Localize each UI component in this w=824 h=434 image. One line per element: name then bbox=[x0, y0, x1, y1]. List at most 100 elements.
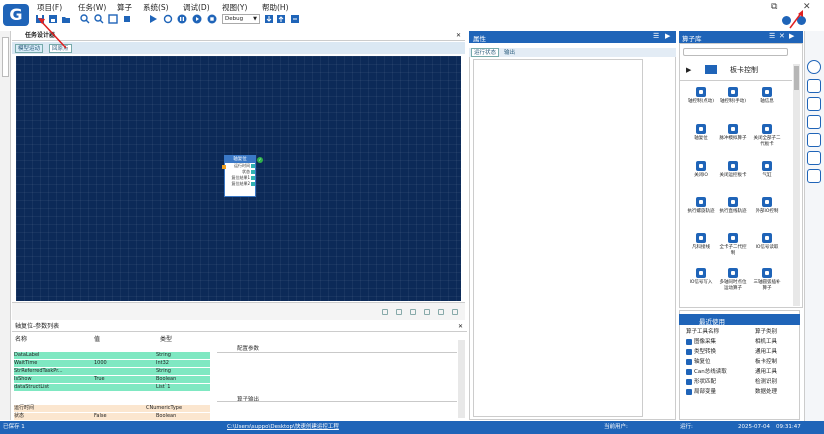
operator-item[interactable]: 凡科接线 bbox=[686, 233, 716, 269]
download-icon[interactable] bbox=[264, 14, 274, 24]
export-icon[interactable] bbox=[290, 14, 300, 24]
operator-item[interactable]: 多轴同时点位运动算子 bbox=[718, 268, 748, 304]
layers-icon[interactable] bbox=[807, 133, 821, 147]
param-value[interactable]: 1000 bbox=[94, 360, 107, 367]
recent-row[interactable]: 形状匹配 检测识别 bbox=[683, 378, 793, 387]
operator-item[interactable]: 气缸 bbox=[752, 161, 782, 197]
list-settings-icon[interactable] bbox=[807, 79, 821, 93]
scrollbar-thumb[interactable] bbox=[794, 66, 799, 90]
build-config-select[interactable]: Debug ▼ bbox=[222, 14, 260, 24]
actual-size-icon[interactable] bbox=[122, 14, 132, 24]
col-header-type: 类型 bbox=[160, 336, 173, 343]
param-row[interactable]: IsShow True Boolean bbox=[14, 376, 210, 383]
operator-search-input[interactable] bbox=[683, 48, 788, 56]
loop-run-icon[interactable] bbox=[163, 14, 173, 24]
menu-icon[interactable]: ☰ bbox=[769, 32, 775, 40]
category-board-control[interactable]: 板卡控制 bbox=[730, 65, 758, 75]
operator-item[interactable]: 三轴圆弧插补算子 bbox=[752, 268, 782, 304]
upload-icon[interactable] bbox=[276, 14, 286, 24]
project-path-link[interactable]: C:\Users\suppo\Desktop\快速创建运控工程 bbox=[227, 421, 339, 434]
copy-icon[interactable] bbox=[424, 309, 430, 315]
collapse-icon[interactable]: ▶ bbox=[789, 32, 794, 40]
operators-scrollbar[interactable] bbox=[793, 64, 800, 306]
node-output-pin[interactable] bbox=[251, 164, 255, 168]
operator-item[interactable]: 脉冲模拟算子 bbox=[718, 124, 748, 160]
zoom-in-icon[interactable] bbox=[80, 14, 90, 24]
node-output-pin[interactable] bbox=[251, 182, 255, 186]
operator-item[interactable]: 轴信息 bbox=[752, 87, 782, 123]
recent-row[interactable]: Can总线读取 通用工具 bbox=[683, 368, 793, 377]
close-icon[interactable]: ✕ bbox=[779, 32, 785, 40]
menu-help[interactable]: 帮助(H) bbox=[262, 2, 289, 13]
stack-icon[interactable] bbox=[807, 169, 821, 183]
node-output-pin[interactable] bbox=[251, 170, 255, 174]
menu-icon[interactable]: ☰ bbox=[653, 32, 659, 40]
close-icon[interactable]: ✕ bbox=[458, 323, 463, 330]
operator-item[interactable]: IO信号读取 bbox=[752, 233, 782, 269]
recent-name: 轴复位 bbox=[694, 359, 711, 365]
node-output-row: 复位结果2 bbox=[225, 181, 255, 187]
tab-run-status[interactable]: 运行状态 bbox=[471, 48, 500, 57]
pause-icon[interactable] bbox=[177, 14, 187, 24]
operator-item[interactable]: 执行螺旋轨迹 bbox=[686, 197, 716, 233]
operator-label: 轴控制(手动) bbox=[719, 99, 746, 104]
menu-system[interactable]: 系统(S) bbox=[143, 2, 169, 13]
table-icon[interactable] bbox=[807, 115, 821, 129]
menu-view[interactable]: 视图(Y) bbox=[222, 2, 247, 13]
operator-item[interactable]: 关闭全部子二代板卡 bbox=[752, 124, 782, 160]
operator-item[interactable]: 关闭IO bbox=[686, 161, 716, 197]
warning-icon[interactable] bbox=[807, 151, 821, 165]
operator-label: 外部IO控制 bbox=[755, 209, 779, 214]
fit-view-icon[interactable] bbox=[108, 14, 118, 24]
param-row[interactable]: DataLabel String bbox=[14, 352, 210, 359]
device-icon[interactable] bbox=[807, 97, 821, 111]
node-output-pin[interactable] bbox=[251, 176, 255, 180]
recent-col-category: 算子类别 bbox=[755, 329, 778, 335]
operator-item[interactable]: IO信号写入 bbox=[686, 268, 716, 304]
param-row[interactable]: WaitTime 1000 Int32 bbox=[14, 360, 210, 367]
menu-task[interactable]: 任务(W) bbox=[78, 2, 106, 13]
align-center-icon[interactable] bbox=[396, 309, 402, 315]
operator-icon bbox=[728, 124, 738, 134]
run-label: 运行: bbox=[680, 424, 693, 430]
menu-operator[interactable]: 算子 bbox=[117, 2, 132, 13]
properties-header: 属性 ☰ ▶ bbox=[469, 31, 676, 43]
tab-output[interactable]: 输出 bbox=[501, 48, 519, 57]
param-row[interactable]: StrReferredTaskPr... String bbox=[14, 368, 210, 375]
operator-item[interactable]: 轴复位 bbox=[686, 124, 716, 160]
restore-window-icon[interactable]: ⧉ bbox=[771, 2, 777, 12]
paste-icon[interactable] bbox=[438, 309, 444, 315]
stop-icon[interactable] bbox=[207, 14, 217, 24]
operator-item[interactable]: 关闭运控板卡 bbox=[718, 161, 748, 197]
output-row[interactable]: 运行时间 CNumericType bbox=[14, 405, 210, 412]
close-icon[interactable]: ✕ bbox=[456, 32, 461, 39]
expand-icon[interactable]: ▶ bbox=[686, 66, 691, 74]
align-left-icon[interactable] bbox=[382, 309, 388, 315]
recent-row[interactable]: 局部变量 数据处理 bbox=[683, 388, 793, 397]
recent-row[interactable]: 轴复位 板卡控制 bbox=[683, 358, 793, 367]
param-row[interactable]: dataStructList List`1 bbox=[14, 384, 210, 391]
operator-item[interactable]: 轴控制(点动) bbox=[686, 87, 716, 123]
flow-node-axis-reset[interactable]: 轴复位 运行时间 状态 复位结果1 复位结果2 bbox=[222, 155, 256, 197]
params-scrollbar[interactable] bbox=[458, 340, 465, 418]
run-icon[interactable] bbox=[148, 14, 158, 24]
target-icon[interactable] bbox=[807, 60, 821, 74]
step-icon[interactable] bbox=[192, 14, 202, 24]
operator-item[interactable]: 外部IO控制 bbox=[752, 197, 782, 233]
operator-item[interactable]: 执行直线轨迹 bbox=[718, 197, 748, 233]
delete-icon[interactable] bbox=[452, 309, 458, 315]
operator-item[interactable]: 全卡子二代控制 bbox=[718, 233, 748, 269]
output-row[interactable]: 状态 False Boolean bbox=[14, 413, 210, 420]
param-value[interactable]: True bbox=[94, 376, 105, 383]
collapse-icon[interactable]: ▶ bbox=[665, 32, 670, 40]
recent-row[interactable]: 图像采集 相机工具 bbox=[683, 338, 793, 347]
menu-debug[interactable]: 调试(D) bbox=[183, 2, 210, 13]
operator-label: 执行螺旋轨迹 bbox=[687, 209, 715, 214]
operator-item[interactable]: 轴控制(手动) bbox=[718, 87, 748, 123]
align-right-icon[interactable] bbox=[410, 309, 416, 315]
node-output-label: 运行时间 bbox=[234, 163, 250, 168]
node-title: 轴复位 bbox=[225, 156, 255, 163]
recent-row[interactable]: 类型转换 通用工具 bbox=[683, 348, 793, 357]
zoom-out-icon[interactable] bbox=[94, 14, 104, 24]
dock-tab[interactable] bbox=[2, 37, 9, 77]
